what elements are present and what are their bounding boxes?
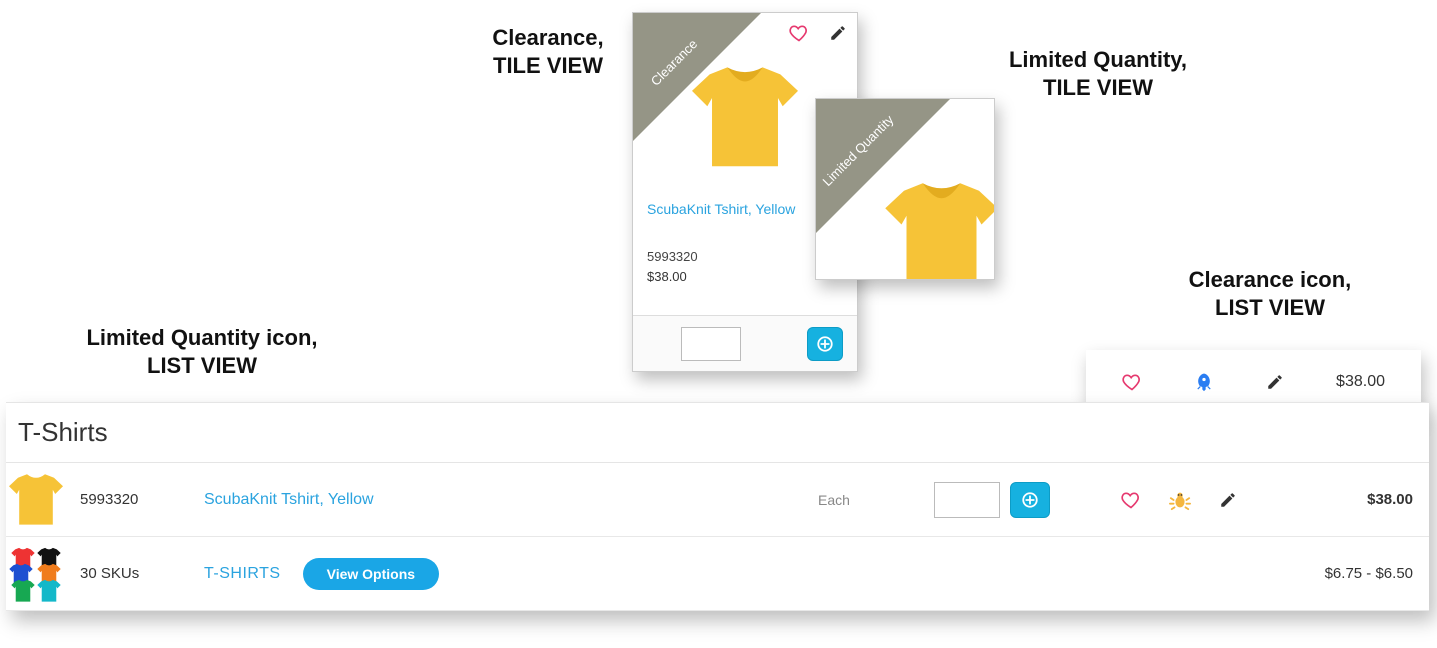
tile-footer <box>633 315 857 371</box>
pencil-icon[interactable] <box>829 24 847 42</box>
product-name-link[interactable]: T-SHIRTS <box>204 565 281 583</box>
limited-quantity-icon[interactable] <box>1169 489 1191 511</box>
heart-icon[interactable] <box>789 23 809 43</box>
view-options-button[interactable]: View Options <box>303 558 439 590</box>
product-sku: 5993320 <box>647 249 698 264</box>
pencil-icon[interactable] <box>1266 373 1284 391</box>
quantity-input[interactable] <box>934 482 1000 518</box>
add-to-cart-button[interactable] <box>1010 482 1050 518</box>
product-name-link[interactable]: ScubaKnit Tshirt, Yellow <box>204 491 374 508</box>
label-limited-tile: Limited Quantity,TILE VIEW <box>980 46 1216 101</box>
list-heading: T-Shirts <box>6 402 1429 463</box>
heart-icon[interactable] <box>1122 372 1142 392</box>
product-name-link[interactable]: ScubaKnit Tshirt, Yellow <box>647 201 795 217</box>
product-tile-limited: Limited Quantity <box>815 98 995 280</box>
product-price-range: $6.75 - $6.50 <box>1264 565 1413 582</box>
product-thumbnail <box>6 545 66 603</box>
product-list: T-Shirts 5993320 ScubaKnit Tshirt, Yello… <box>6 402 1429 611</box>
product-image <box>879 177 995 280</box>
quantity-input[interactable] <box>681 327 741 361</box>
callout-price: $38.00 <box>1336 373 1385 391</box>
product-thumbnail <box>6 471 66 529</box>
table-row: 5993320 ScubaKnit Tshirt, Yellow Each $3… <box>6 463 1429 537</box>
pencil-icon[interactable] <box>1219 491 1237 509</box>
product-price: $38.00 <box>1264 491 1413 508</box>
label-clearance-list: Clearance icon,LIST VIEW <box>1158 266 1382 321</box>
heart-icon[interactable] <box>1121 490 1141 510</box>
product-sku: 5993320 <box>66 491 204 508</box>
rocket-icon[interactable] <box>1194 372 1214 392</box>
label-limited-list: Limited Quantity icon,LIST VIEW <box>34 324 370 379</box>
product-image <box>686 65 804 171</box>
product-sku-count: 30 SKUs <box>66 565 204 582</box>
table-row: 30 SKUs T-SHIRTS View Options $6.75 - $6… <box>6 537 1429 611</box>
unit-of-measure: Each <box>734 492 934 508</box>
product-price: $38.00 <box>647 269 687 284</box>
add-to-cart-button[interactable] <box>807 327 843 361</box>
label-clearance-tile: Clearance,TILE VIEW <box>460 24 636 79</box>
